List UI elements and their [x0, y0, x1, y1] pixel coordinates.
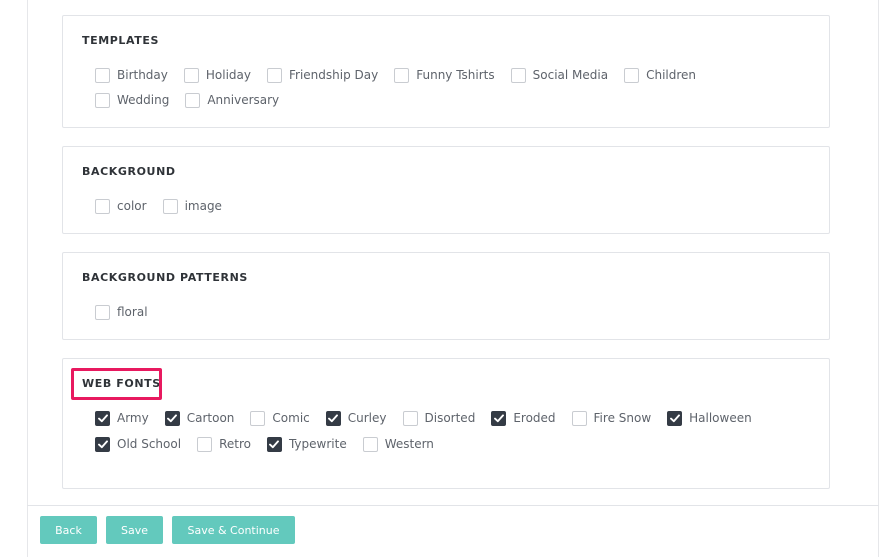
option-birthday[interactable]: Birthday — [95, 67, 168, 83]
checkmark-icon — [167, 413, 178, 422]
checkmark-icon — [269, 439, 280, 448]
save-button[interactable]: Save — [106, 516, 163, 544]
option-label: Halloween — [689, 411, 752, 425]
templates-row-1: Birthday Holiday Friendship Day Funny Tshir… — [95, 67, 712, 83]
checkbox-halloween[interactable] — [667, 410, 683, 426]
option-social-media[interactable]: Social Media — [510, 67, 609, 83]
page: TEMPLATES Birthday Holiday Friendship Day F… — [0, 0, 895, 557]
checkbox-anniversary[interactable] — [185, 92, 201, 108]
option-holiday[interactable]: Holiday — [183, 67, 251, 83]
option-fire-snow[interactable]: Fire Snow — [571, 410, 652, 426]
web-fonts-highlight-box — [71, 368, 162, 400]
option-wedding[interactable]: Wedding — [95, 92, 170, 108]
option-old-school[interactable]: Old School — [95, 436, 182, 452]
option-label: Birthday — [117, 68, 168, 82]
checkbox-cartoon[interactable] — [164, 410, 180, 426]
content-border-right — [878, 0, 879, 557]
checkbox-wedding[interactable] — [95, 92, 110, 108]
option-anniversary[interactable]: Anniversary — [185, 92, 280, 108]
option-children[interactable]: Children — [624, 67, 697, 83]
web-fonts-panel: WEB FONTS Army Cartoon Comic Curley Disorted… — [62, 358, 830, 489]
option-curley[interactable]: Curley — [325, 410, 387, 426]
checkmark-icon — [328, 413, 339, 422]
checkbox-eroded[interactable] — [491, 410, 507, 426]
option-image[interactable]: image — [162, 198, 222, 214]
option-friendship-day[interactable]: Friendship Day — [267, 67, 379, 83]
background-patterns-panel: BACKGROUND PATTERNS floral — [62, 252, 830, 340]
option-label: Old School — [117, 437, 182, 451]
option-label: color — [117, 199, 147, 213]
option-retro[interactable]: Retro — [197, 436, 251, 452]
checkbox-typewrite[interactable] — [266, 436, 282, 452]
option-label: Funny Tshirts — [416, 68, 495, 82]
option-label: Anniversary — [207, 93, 280, 107]
background-patterns-title: BACKGROUND PATTERNS — [82, 271, 248, 284]
checkbox-army[interactable] — [95, 410, 110, 426]
background-panel: BACKGROUND color image — [62, 146, 830, 234]
web-fonts-row-2: Old School Retro Typewrite Western — [95, 436, 450, 452]
option-comic[interactable]: Comic — [250, 410, 310, 426]
option-label: Social Media — [532, 68, 609, 82]
checkbox-birthday[interactable] — [95, 67, 110, 83]
option-label: Holiday — [205, 68, 251, 82]
checkbox-old-school[interactable] — [95, 436, 110, 452]
background-patterns-row-1: floral — [95, 304, 164, 320]
checkmark-icon — [669, 413, 680, 422]
option-label: Eroded — [513, 411, 556, 425]
checkbox-curley[interactable] — [325, 410, 341, 426]
option-label: Children — [646, 68, 697, 82]
checkbox-floral[interactable] — [95, 304, 110, 320]
option-label: Typewrite — [288, 437, 347, 451]
option-label: Western — [384, 437, 434, 451]
templates-panel: TEMPLATES Birthday Holiday Friendship Day F… — [62, 15, 830, 128]
templates-title: TEMPLATES — [82, 34, 160, 47]
option-disorted[interactable]: Disorted — [402, 410, 476, 426]
option-label: image — [184, 199, 222, 213]
checkbox-image[interactable] — [162, 198, 178, 214]
back-button[interactable]: Back — [40, 516, 97, 544]
checkbox-retro[interactable] — [197, 436, 213, 452]
option-label: Cartoon — [186, 411, 235, 425]
option-floral[interactable]: floral — [95, 304, 148, 320]
option-label: Friendship Day — [289, 68, 379, 82]
checkbox-funny-tshirts[interactable] — [394, 67, 410, 83]
option-label: Curley — [347, 411, 387, 425]
checkbox-western[interactable] — [362, 436, 378, 452]
background-title: BACKGROUND — [82, 165, 176, 178]
option-western[interactable]: Western — [362, 436, 434, 452]
option-eroded[interactable]: Eroded — [491, 410, 556, 426]
checkmark-icon — [493, 413, 504, 422]
save-continue-button[interactable]: Save & Continue — [172, 516, 295, 544]
checkmark-icon — [97, 413, 108, 422]
checkmark-icon — [97, 439, 108, 448]
option-funny-tshirts[interactable]: Funny Tshirts — [394, 67, 495, 83]
option-army[interactable]: Army — [95, 410, 149, 426]
checkbox-social-media[interactable] — [510, 67, 526, 83]
option-label: Wedding — [117, 93, 170, 107]
checkbox-comic[interactable] — [250, 410, 266, 426]
content-border-left — [27, 0, 28, 557]
checkbox-holiday[interactable] — [183, 67, 199, 83]
checkbox-color[interactable] — [95, 198, 110, 214]
option-typewrite[interactable]: Typewrite — [266, 436, 347, 452]
option-label: floral — [117, 305, 148, 319]
option-label: Retro — [219, 437, 251, 451]
checkbox-children[interactable] — [624, 67, 640, 83]
form-footer: Back Save Save & Continue — [28, 506, 878, 557]
option-color[interactable]: color — [95, 198, 147, 214]
checkbox-friendship-day[interactable] — [267, 67, 282, 83]
web-fonts-row-1: Army Cartoon Comic Curley Disorted Eroded Fire… — [95, 410, 768, 426]
option-label: Comic — [272, 411, 310, 425]
checkbox-disorted[interactable] — [402, 410, 418, 426]
option-label: Fire Snow — [593, 411, 652, 425]
option-label: Army — [117, 411, 149, 425]
templates-row-2: Wedding Anniversary — [95, 92, 295, 108]
background-row-1: color image — [95, 198, 238, 214]
option-cartoon[interactable]: Cartoon — [164, 410, 235, 426]
checkbox-fire-snow[interactable] — [571, 410, 587, 426]
option-halloween[interactable]: Halloween — [667, 410, 752, 426]
option-label: Disorted — [424, 411, 476, 425]
